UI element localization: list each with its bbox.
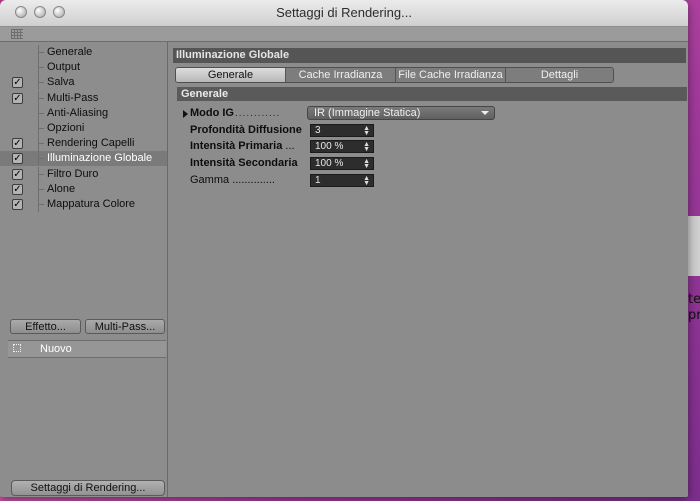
param-gamma: Gamma ..............	[190, 174, 275, 189]
gamma-field[interactable]: 1 ▲ ▼	[310, 174, 374, 187]
expand-triangle-icon[interactable]	[183, 110, 188, 118]
tree-connector-tick	[38, 128, 44, 129]
tree-item-multi-pass[interactable]: ✓ Multi-Pass	[0, 90, 167, 106]
tab-generale[interactable]: Generale	[176, 68, 286, 82]
settings-sidebar: Generale Output ✓ Salva ✓ Multi-Pass Anti-Alia…	[0, 42, 168, 497]
profondita-field[interactable]: 3 ▲ ▼	[310, 124, 374, 137]
tree-item-label: Salva	[47, 76, 75, 89]
tree-item-label: Alone	[47, 182, 76, 195]
tree-connector-tick	[38, 143, 44, 145]
checkbox[interactable]: ✓	[12, 153, 23, 165]
checkbox[interactable]: ✓	[12, 183, 23, 195]
tree-item-label: Filtro Duro	[47, 167, 99, 180]
stepper-icon[interactable]: ▲ ▼	[363, 125, 370, 137]
tree-item-label: Generale	[47, 46, 93, 58]
intensita-secondaria-field[interactable]: 100 % ▲ ▼	[310, 157, 374, 170]
tab-cache-irradianza[interactable]: Cache Irradianza	[286, 68, 396, 82]
checkbox[interactable]: ✓	[12, 199, 23, 210]
intensita-primaria-field[interactable]: 100 % ▲ ▼	[310, 140, 374, 153]
profondita-label: Profondità Diffusione	[190, 124, 302, 136]
checkbox[interactable]: ✓	[12, 138, 23, 150]
tree-item-label: Opzioni	[47, 122, 85, 134]
desktop-text-right-1: te	[688, 292, 700, 307]
gamma-label: Gamma	[190, 174, 230, 186]
chevron-down-icon	[481, 111, 489, 115]
tab-dettagli[interactable]: Dettagli	[506, 68, 613, 82]
tree-connector-tick	[38, 188, 44, 190]
stepper-icon[interactable]: ▲ ▼	[363, 158, 370, 170]
tree-item-label: Multi-Pass	[47, 91, 99, 104]
tree-item-opzioni[interactable]: Opzioni	[0, 121, 167, 136]
multipass-button[interactable]: Multi-Pass...	[85, 319, 165, 334]
tree-item-anti-aliasing[interactable]: Anti-Aliasing	[0, 105, 167, 121]
tree-item-salva[interactable]: ✓ Salva	[0, 75, 167, 91]
gamma-dots: ..............	[232, 174, 275, 186]
tree-item-generale[interactable]: Generale	[0, 45, 167, 60]
checkbox[interactable]: ✓	[12, 168, 23, 180]
stepper-icon[interactable]: ▲ ▼	[363, 175, 370, 187]
settings-list-label: Nuovo	[40, 343, 72, 355]
toolbar	[0, 27, 688, 42]
tree-item-label: Rendering Capelli	[47, 137, 135, 150]
intensita-secondaria-label: Intensità Secondaria	[190, 157, 298, 169]
tab-bar: Generale Cache Irradianza File Cache Irr…	[175, 67, 614, 83]
modo-ig-select[interactable]: IR (Immagine Statica)	[307, 106, 495, 120]
param-intensita-primaria: Intensità Primaria ...	[190, 140, 295, 155]
tree-connector-tick	[38, 52, 44, 53]
intensita-primaria-dots: ...	[285, 140, 295, 152]
tree-item-alone[interactable]: ✓ Alone	[0, 181, 167, 197]
param-intensita-secondaria: Intensità Secondaria	[190, 157, 298, 172]
tree-connector-tick	[38, 97, 44, 99]
main-panel: Illuminazione Globale Generale Cache Irr…	[168, 42, 688, 497]
profondita-value: 3	[315, 125, 321, 136]
effetto-button[interactable]: Effetto...	[10, 319, 81, 334]
desktop-text-right-2: pr	[688, 308, 700, 323]
param-profondita: Profondità Diffusione	[190, 124, 302, 139]
stepper-icon[interactable]: ▲ ▼	[363, 141, 370, 153]
checkbox[interactable]: ✓	[12, 77, 23, 89]
tree-connector-tick	[38, 204, 44, 205]
tree-connector-tick	[38, 158, 44, 160]
desktop-window-right	[688, 216, 700, 276]
tree-item-mappatura-colore[interactable]: ✓ Mappatura Colore	[0, 197, 167, 212]
intensita-secondaria-value: 100 %	[315, 158, 344, 169]
section-title: Illuminazione Globale	[173, 48, 686, 63]
checkbox[interactable]: ✓	[12, 92, 23, 104]
param-modo-ig: Modo IG ............	[183, 107, 279, 122]
tree-item-label: Anti-Aliasing	[47, 106, 109, 119]
tree-item-filtro-duro[interactable]: ✓ Filtro Duro	[0, 166, 167, 182]
title-bar[interactable]: Settaggi di Rendering...	[0, 0, 688, 27]
tree-connector-tick	[38, 173, 44, 175]
intensita-primaria-value: 100 %	[315, 141, 344, 152]
tree-item-rendering-capelli[interactable]: ✓ Rendering Capelli	[0, 136, 167, 152]
tree-item-output[interactable]: Output	[0, 60, 167, 76]
tree-item-label: Output	[47, 61, 81, 74]
tree-item-illuminazione-globale[interactable]: ✓ Illuminazione Globale	[0, 151, 167, 167]
modo-ig-label: Modo IG	[190, 107, 234, 119]
tree-item-label: Mappatura Colore	[47, 198, 136, 210]
render-settings-window: Settaggi di Rendering... Generale Output ✓…	[0, 0, 688, 497]
group-title: Generale	[177, 87, 687, 101]
modo-ig-dots: ............	[235, 108, 281, 119]
render-settings-button[interactable]: Settaggi di Rendering...	[11, 480, 165, 496]
tree-connector-tick	[38, 112, 44, 114]
gamma-value: 1	[315, 175, 321, 186]
tab-file-cache-irradianza[interactable]: File Cache Irradianza	[396, 68, 506, 82]
grip-icon[interactable]	[11, 29, 23, 39]
intensita-primaria-label: Intensità Primaria	[190, 140, 283, 152]
tree-item-label: Illuminazione Globale	[47, 152, 153, 165]
tree-connector-tick	[38, 67, 44, 69]
tree-connector-tick	[38, 82, 44, 84]
modo-ig-value: IR (Immagine Statica)	[314, 107, 421, 119]
render-setting-icon	[13, 344, 21, 352]
settings-list-item[interactable]: Nuovo	[8, 340, 166, 358]
window-title: Settaggi di Rendering...	[276, 5, 412, 20]
